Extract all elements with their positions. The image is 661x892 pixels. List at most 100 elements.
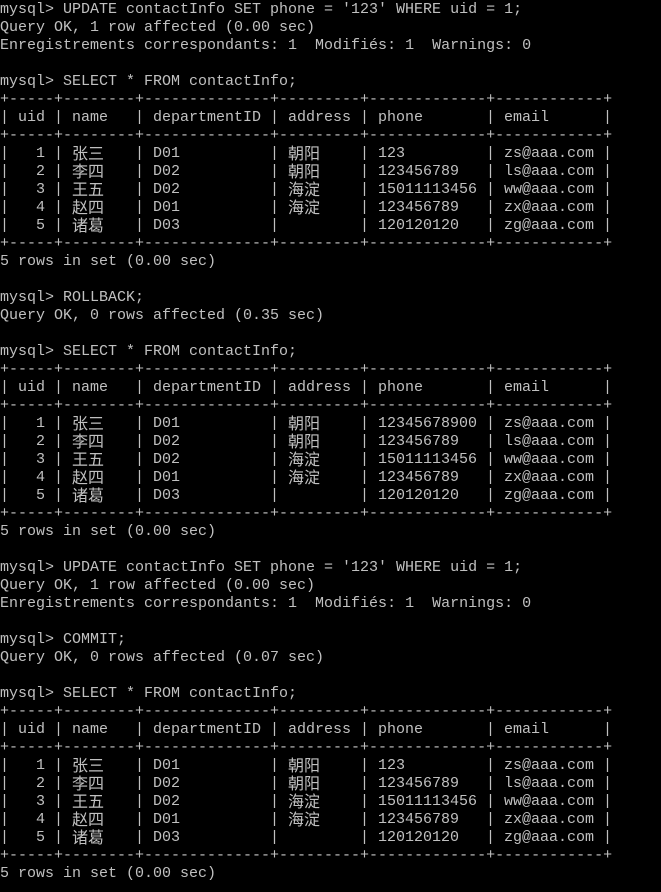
cell-name: 赵四 [72, 810, 105, 829]
column-header-email: email [504, 109, 550, 126]
cell-name: 张三 [72, 414, 105, 433]
cell-name: 赵四 [72, 468, 105, 487]
column-divider: | [270, 379, 280, 396]
column-divider: | [0, 829, 10, 846]
cell-departmentID: D01 [153, 757, 181, 774]
column-header-phone: phone [378, 721, 424, 738]
column-divider: | [0, 109, 10, 126]
column-divider: | [360, 163, 370, 180]
output-text: 5 rows in set (0.00 sec) [0, 253, 217, 270]
column-divider: | [135, 811, 145, 828]
cell-email: ls@aaa.com [504, 433, 595, 450]
column-divider: | [54, 433, 64, 450]
column-divider: | [486, 199, 496, 216]
table-border: +-----+--------+--------------+---------… [0, 127, 613, 144]
cell-departmentID: D02 [153, 775, 181, 792]
column-divider: | [486, 829, 496, 846]
column-divider: | [270, 721, 280, 738]
prompt: mysql> [0, 685, 55, 702]
column-header-address: address [288, 721, 352, 738]
column-divider: | [360, 199, 370, 216]
cell-phone: 123456789 [378, 199, 460, 216]
prompt: mysql> [0, 73, 55, 90]
output-text: 5 rows in set (0.00 sec) [0, 523, 217, 540]
cell-departmentID: D01 [153, 811, 181, 828]
cell-departmentID: D01 [153, 145, 181, 162]
column-divider: | [486, 109, 496, 126]
output-text: Enregistrements correspondants: 1 Modifi… [0, 595, 532, 612]
column-divider: | [54, 829, 64, 846]
column-divider: | [135, 163, 145, 180]
cell-departmentID: D02 [153, 433, 181, 450]
cell-uid: 1 [36, 415, 46, 432]
column-divider: | [270, 199, 280, 216]
cell-departmentID: D02 [153, 163, 181, 180]
column-divider: | [603, 433, 613, 450]
cell-phone: 15011113456 [378, 181, 478, 198]
cell-phone: 12345678900 [378, 415, 478, 432]
column-header-phone: phone [378, 379, 424, 396]
column-divider: | [54, 199, 64, 216]
column-divider: | [360, 433, 370, 450]
cell-email: ls@aaa.com [504, 163, 595, 180]
column-divider: | [0, 811, 10, 828]
prompt: mysql> [0, 631, 55, 648]
table-border: +-----+--------+--------------+---------… [0, 397, 613, 414]
column-divider: | [270, 451, 280, 468]
output-text: Query OK, 0 rows affected (0.07 sec) [0, 649, 325, 666]
command-text: UPDATE contactInfo SET phone = '123' WHE… [63, 559, 523, 576]
column-divider: | [135, 721, 145, 738]
cell-phone: 123 [378, 757, 406, 774]
cell-phone: 120120120 [378, 217, 460, 234]
cell-uid: 5 [36, 829, 46, 846]
prompt: mysql> [0, 1, 55, 18]
column-divider: | [135, 109, 145, 126]
column-divider: | [0, 199, 10, 216]
output-text: Query OK, 1 row affected (0.00 sec) [0, 19, 316, 36]
column-divider: | [360, 109, 370, 126]
cell-name: 李四 [72, 162, 105, 181]
cell-name: 诸葛 [72, 828, 105, 847]
cell-departmentID: D02 [153, 181, 181, 198]
output-text: Enregistrements correspondants: 1 Modifi… [0, 37, 532, 54]
column-header-uid: uid [18, 379, 46, 396]
column-divider: | [135, 379, 145, 396]
output-text: Query OK, 1 row affected (0.00 sec) [0, 577, 316, 594]
cell-phone: 120120120 [378, 487, 460, 504]
column-divider: | [54, 379, 64, 396]
cell-phone: 123 [378, 145, 406, 162]
column-divider: | [603, 487, 613, 504]
table-border: +-----+--------+--------------+---------… [0, 235, 613, 252]
column-divider: | [603, 163, 613, 180]
cell-uid: 5 [36, 487, 46, 504]
column-divider: | [135, 469, 145, 486]
cell-email: ww@aaa.com [504, 451, 595, 468]
terminal-window[interactable]: mysql> UPDATE contactInfo SET phone = '12… [0, 0, 661, 892]
cell-departmentID: D02 [153, 451, 181, 468]
cell-phone: 15011113456 [378, 793, 478, 810]
cell-email: zx@aaa.com [504, 811, 595, 828]
cell-phone: 123456789 [378, 775, 460, 792]
column-divider: | [360, 811, 370, 828]
column-divider: | [135, 451, 145, 468]
command-text: UPDATE contactInfo SET phone = '123' WHE… [63, 1, 523, 18]
table-border: +-----+--------+--------------+---------… [0, 847, 613, 864]
column-divider: | [360, 757, 370, 774]
column-divider: | [54, 415, 64, 432]
column-divider: | [135, 217, 145, 234]
prompt: mysql> [0, 343, 55, 360]
cell-uid: 4 [36, 199, 46, 216]
cell-name: 赵四 [72, 198, 105, 217]
prompt: mysql> [0, 289, 55, 306]
column-header-name: name [72, 109, 109, 126]
column-divider: | [0, 415, 10, 432]
cell-phone: 120120120 [378, 829, 460, 846]
column-divider: | [603, 145, 613, 162]
table-border: +-----+--------+--------------+---------… [0, 91, 613, 108]
column-divider: | [486, 721, 496, 738]
cell-address: 朝阳 [288, 144, 321, 163]
column-divider: | [360, 451, 370, 468]
column-divider: | [486, 811, 496, 828]
column-divider: | [0, 451, 10, 468]
column-divider: | [486, 469, 496, 486]
